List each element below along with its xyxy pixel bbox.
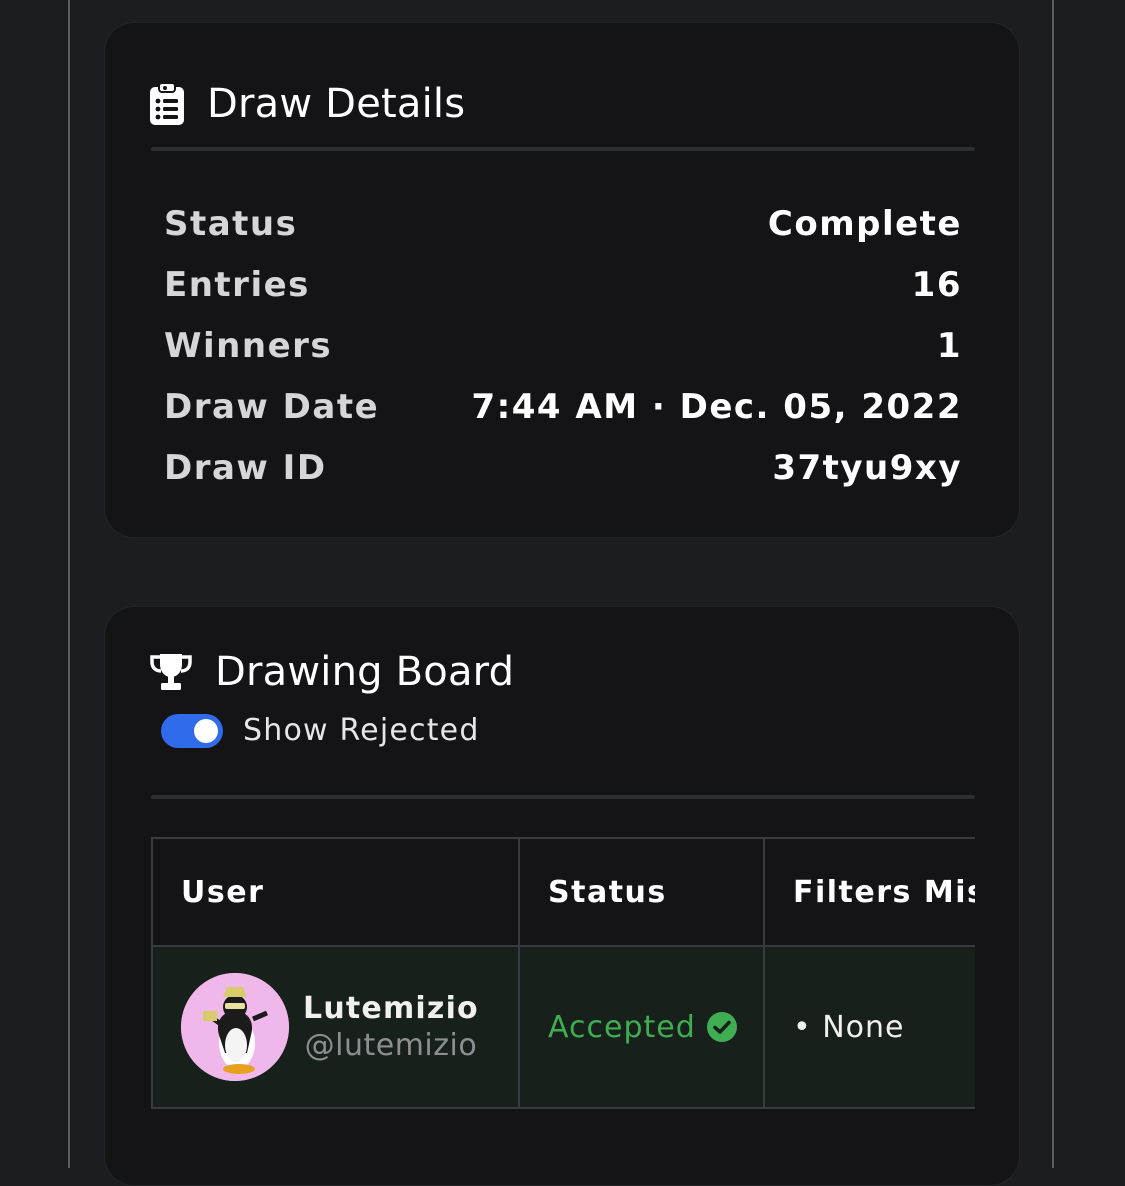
draw-details-title: Draw Details <box>207 81 466 127</box>
drawing-board-divider <box>151 795 975 799</box>
column-header-user: User <box>151 837 520 947</box>
drawing-board-table: User Status Filters Missed <box>151 837 975 1109</box>
clipboard-list-icon <box>149 82 185 126</box>
detail-row-status: Status Complete <box>164 193 962 254</box>
status-text: Accepted <box>548 1009 696 1045</box>
detail-row-draw-id: Draw ID 37tyu9xy <box>164 437 962 498</box>
user-name[interactable]: Lutemizio <box>303 991 479 1026</box>
filters-value: • None <box>793 1009 905 1045</box>
column-header-status: Status <box>518 837 765 947</box>
draw-details-divider <box>151 147 975 151</box>
draw-details-header: Draw Details <box>149 81 465 127</box>
user-identity: Lutemizio @lutemizio <box>303 991 479 1063</box>
detail-row-winners: Winners 1 <box>164 315 962 376</box>
detail-label: Entries <box>164 264 310 305</box>
table-row: Lutemizio @lutemizio Accepted • None <box>151 945 975 1109</box>
detail-value: 16 <box>911 264 962 305</box>
detail-value: 37tyu9xy <box>772 447 962 488</box>
user-cell: Lutemizio @lutemizio <box>151 945 520 1109</box>
column-header-filters: Filters Missed <box>763 837 975 947</box>
detail-row-draw-date: Draw Date 7:44 AM · Dec. 05, 2022 <box>164 376 962 437</box>
draw-details-list: Status Complete Entries 16 Winners 1 Dra… <box>164 193 962 498</box>
drawing-board-header: Drawing Board <box>149 649 514 695</box>
table-header-row: User Status Filters Missed <box>151 837 975 947</box>
detail-label: Status <box>164 203 298 244</box>
draw-details-card: Draw Details Status Complete Entries 16 … <box>104 22 1020 538</box>
detail-value: 1 <box>936 325 962 366</box>
show-rejected-toggle[interactable] <box>161 713 223 748</box>
detail-label: Draw ID <box>164 447 327 488</box>
detail-value: 7:44 AM · Dec. 05, 2022 <box>471 386 962 427</box>
trophy-icon <box>149 652 193 692</box>
drawing-board-table-scroll[interactable]: User Status Filters Missed <box>151 837 975 1113</box>
user-handle[interactable]: @lutemizio <box>305 1028 478 1063</box>
detail-value: Complete <box>767 203 962 244</box>
toggle-knob <box>194 718 218 743</box>
drawing-board-card: Drawing Board Show Rejected User Status … <box>104 606 1020 1186</box>
drawing-board-title: Drawing Board <box>215 649 515 695</box>
status-accepted: Accepted <box>548 1010 738 1045</box>
check-circle-icon <box>706 1011 738 1043</box>
status-cell: Accepted <box>518 945 765 1109</box>
detail-row-entries: Entries 16 <box>164 254 962 315</box>
detail-label: Winners <box>164 325 333 366</box>
show-rejected-row: Show Rejected <box>161 713 480 748</box>
show-rejected-label: Show Rejected <box>243 713 480 748</box>
avatar[interactable] <box>181 973 289 1081</box>
filters-cell: • None <box>763 945 975 1109</box>
detail-label: Draw Date <box>164 386 380 427</box>
